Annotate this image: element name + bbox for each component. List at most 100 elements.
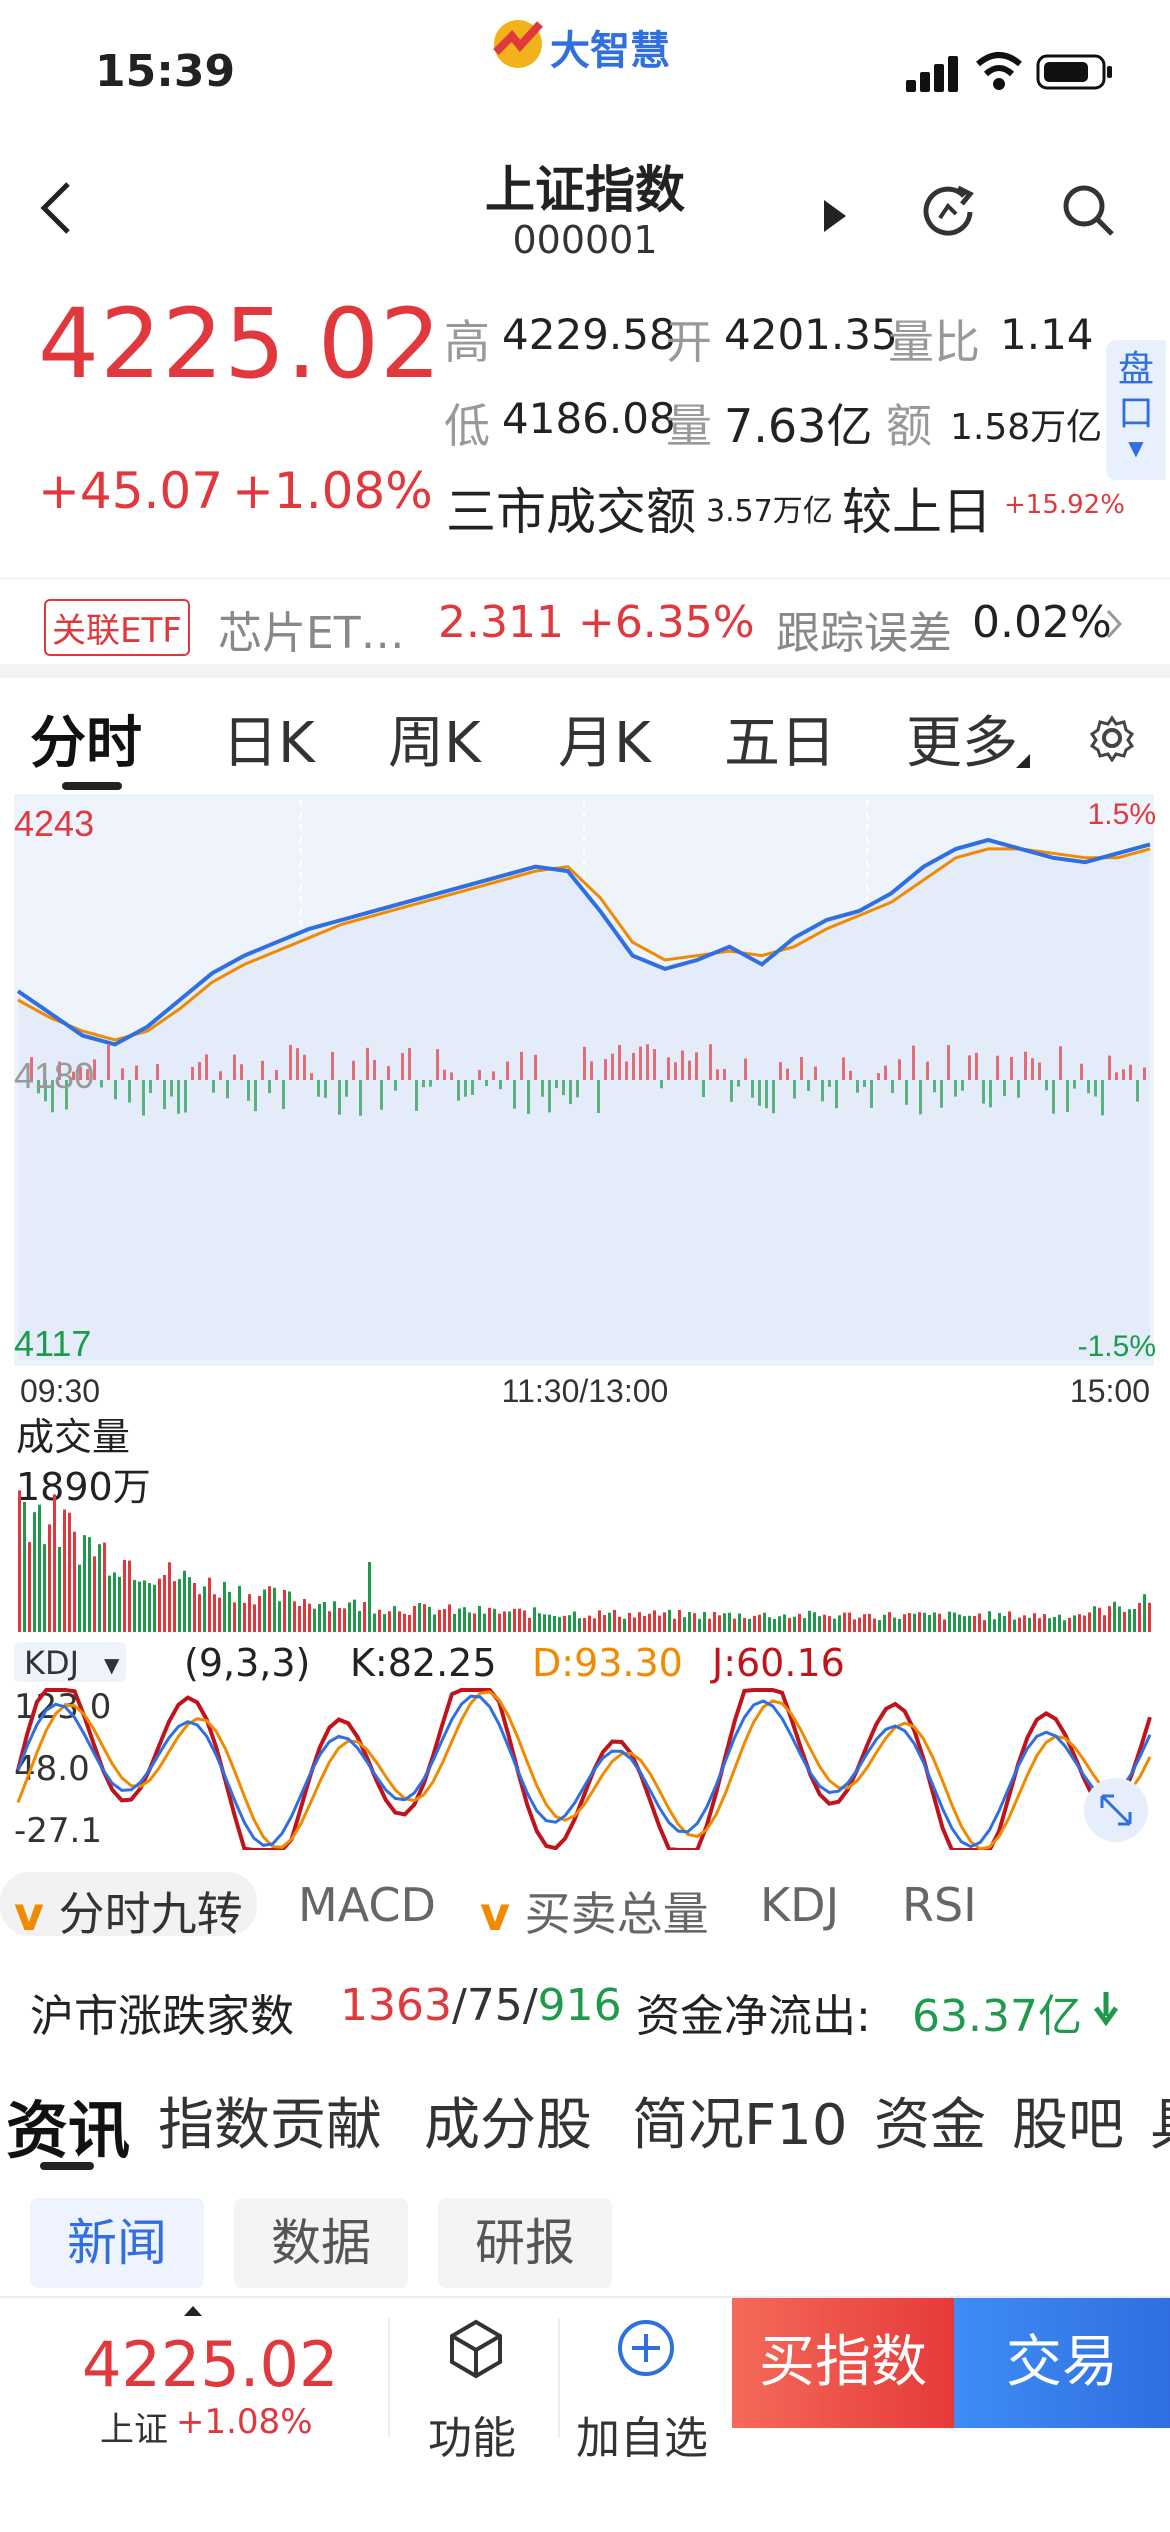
bottom-price[interactable]: 4225.02 [82, 2328, 338, 2401]
search-icon[interactable] [1058, 180, 1118, 240]
tick-bar [807, 1080, 810, 1091]
page-title: 上证指数 [485, 161, 685, 219]
tick-bar [331, 1051, 334, 1080]
tick-bar [212, 1080, 215, 1093]
volume-bar [833, 1618, 836, 1632]
sub-tab-data[interactable]: 数据 [234, 2198, 408, 2288]
volume-bar [1113, 1601, 1116, 1632]
etf-tag: 关联ETF [44, 599, 190, 656]
tick-bar [170, 1080, 173, 1097]
market-breadth-values: 1363/75/916 [340, 1980, 622, 2031]
tick-bar [296, 1048, 299, 1080]
volume-bar [903, 1614, 906, 1632]
volume-bar [778, 1616, 781, 1632]
tick-bar [583, 1046, 586, 1080]
indicator-tab-buy-sell[interactable]: v 买卖总量 [480, 1878, 709, 1944]
news-tab-f10[interactable]: 简况F10 [632, 2080, 847, 2161]
tick-bar [184, 1080, 187, 1113]
volume-bar [893, 1617, 896, 1632]
next-stock-icon[interactable] [820, 196, 850, 236]
tick-bar [443, 1069, 446, 1080]
expand-icon[interactable] [1084, 1778, 1148, 1842]
tick-bar [338, 1080, 341, 1115]
volume-bar [673, 1618, 676, 1632]
tick-bar [1059, 1046, 1062, 1080]
volume-bar [488, 1607, 491, 1632]
tick-bar [555, 1080, 558, 1089]
divider [0, 664, 1170, 678]
volume-bar [1108, 1606, 1111, 1632]
indicator-tab-kdj[interactable]: KDJ [760, 1878, 839, 1932]
news-tab-funds[interactable]: 资金 [874, 2080, 986, 2161]
tick-bar [562, 1080, 565, 1096]
indicator-tab-rsi[interactable]: RSI [902, 1878, 977, 1932]
volume-bar [478, 1605, 481, 1632]
volume-bar [998, 1612, 1001, 1632]
tab-five-day[interactable]: 五日 [724, 698, 836, 779]
tick-bar [436, 1049, 439, 1080]
volume-bar [763, 1612, 766, 1632]
volume-bar [803, 1618, 806, 1632]
volume-bar [368, 1562, 371, 1632]
signal-icon [906, 56, 962, 92]
tick-bar [352, 1060, 355, 1080]
volume-bar [268, 1586, 271, 1632]
tab-more[interactable]: 更多 [906, 698, 1018, 779]
volume-bar [648, 1613, 651, 1632]
volume-bar [1118, 1606, 1121, 1632]
news-tab-contribution[interactable]: 指数贡献 [158, 2080, 382, 2161]
news-tab-constituents[interactable]: 成分股 [424, 2080, 592, 2161]
tab-daily-k[interactable]: 日K [222, 698, 315, 779]
related-etf-row[interactable]: 关联ETF 芯片ET… 2.311 +6.35% 跟踪误差 0.02% [0, 578, 1170, 668]
volume-bar [628, 1612, 631, 1632]
bottom-bar: 4225.02 上证 +1.08% 功能 加自选 买指数 交易 [0, 2296, 1170, 2532]
intraday-chart[interactable]: 4243 4180 4117 1.5% -1.5% 09:30 11:30/13… [0, 790, 1170, 1850]
trade-button[interactable]: 交易 [954, 2298, 1170, 2428]
tick-bar [856, 1080, 859, 1093]
volume-bar [633, 1617, 636, 1632]
tick-bar [121, 1068, 124, 1080]
buy-index-button[interactable]: 买指数 [732, 2298, 954, 2428]
sub-tab-news[interactable]: 新闻 [30, 2198, 204, 2288]
tab-weekly-k[interactable]: 周K [388, 698, 481, 779]
volume-bar [573, 1611, 576, 1632]
sub-tab-research[interactable]: 研报 [438, 2198, 612, 2288]
volume-bar [883, 1614, 886, 1632]
kdj-j-line [16, 1688, 1152, 1850]
volume-bar [1048, 1618, 1051, 1632]
volume-bar [203, 1586, 206, 1632]
volume-bar [813, 1612, 816, 1632]
volume-bar [1028, 1617, 1031, 1632]
volume-bar [103, 1542, 106, 1632]
tab-intraday[interactable]: 分时 [30, 698, 142, 779]
tick-bar [359, 1080, 362, 1116]
etf-value: 2.311 +6.35% [438, 597, 755, 648]
news-tab-overflow[interactable]: 具 [1150, 2080, 1170, 2161]
volume-bar [173, 1581, 176, 1632]
volume-bar [873, 1618, 876, 1632]
gear-icon[interactable] [1088, 714, 1136, 762]
news-tab-forum[interactable]: 股吧 [1012, 2080, 1124, 2161]
news-tab-info[interactable]: 资讯 [6, 2080, 130, 2170]
indicator-tab-macd[interactable]: MACD [298, 1878, 436, 1932]
volume-bar [283, 1589, 286, 1632]
time-start-label: 09:30 [20, 1373, 100, 1409]
more-caret-icon [1016, 754, 1030, 768]
volume-bar [798, 1613, 801, 1632]
indicator-tab-nine-turn[interactable]: v 分时九转 [0, 1872, 257, 1941]
tick-bar [163, 1080, 166, 1110]
refresh-icon[interactable] [918, 180, 978, 240]
volume-bar [398, 1611, 401, 1632]
volume-bars [18, 1490, 1151, 1632]
tick-bar [366, 1047, 369, 1080]
tracking-error-value: 0.02% [972, 597, 1112, 648]
volume-bar [1133, 1608, 1136, 1632]
tick-bar [492, 1071, 495, 1080]
tab-monthly-k[interactable]: 月K [558, 698, 651, 779]
volume-bar [663, 1612, 666, 1632]
tick-bar [786, 1068, 789, 1080]
volume-bar [543, 1614, 546, 1632]
pankou-toggle[interactable]: 盘口 ▼ [1106, 340, 1166, 480]
volume-bar [668, 1609, 671, 1632]
vol-label: 量 [666, 399, 712, 453]
